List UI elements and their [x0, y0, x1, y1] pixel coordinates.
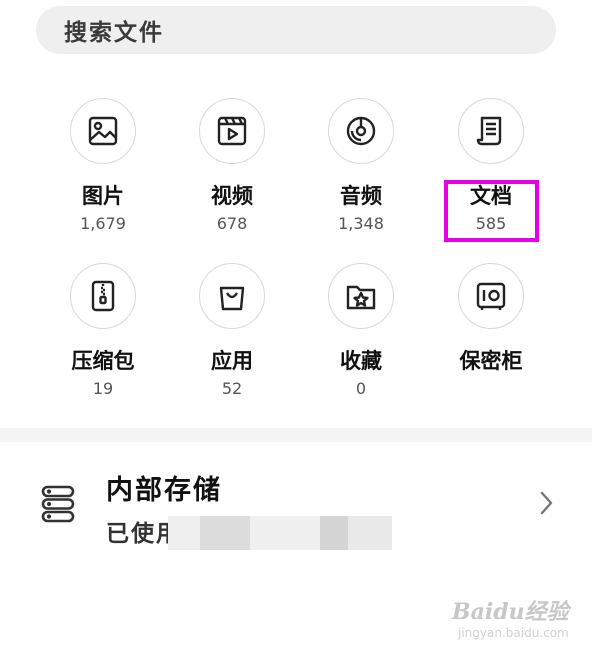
internal-storage-row[interactable]: 内部存储 已使用: [0, 442, 592, 572]
highlight-box: [444, 180, 539, 242]
category-favorites[interactable]: 收藏 0: [306, 263, 416, 398]
category-count: 19: [92, 379, 114, 398]
video-icon: [199, 98, 265, 164]
redacted-block: [168, 516, 200, 550]
category-safe[interactable]: 保密柜: [436, 263, 546, 379]
archive-icon: [70, 263, 136, 329]
search-bar[interactable]: 搜索文件: [36, 6, 556, 54]
category-count: 52: [221, 379, 243, 398]
category-videos[interactable]: 视频 678: [177, 98, 287, 233]
redacted-block: [348, 516, 392, 550]
storage-icon: [41, 485, 75, 523]
category-label: 压缩包: [71, 349, 135, 373]
audio-icon: [328, 98, 394, 164]
watermark-sub: jingyan.baidu.com: [458, 626, 569, 640]
redacted-block: [200, 516, 250, 550]
category-count: 1,348: [338, 214, 384, 233]
document-icon: [458, 98, 524, 164]
category-label: 视频: [211, 184, 253, 208]
category-audio[interactable]: 音频 1,348: [306, 98, 416, 233]
category-images[interactable]: 图片 1,679: [48, 98, 158, 233]
watermark-text: Baidu经验: [452, 599, 569, 625]
category-apps[interactable]: 应用 52: [177, 263, 287, 398]
category-label: 音频: [340, 184, 382, 208]
baidu-watermark: Baidu经验 jingyan.baidu.com: [452, 594, 584, 652]
category-label: 应用: [211, 349, 253, 373]
category-label: 收藏: [340, 349, 382, 373]
storage-title: 内部存储: [106, 475, 222, 506]
safe-icon: [458, 263, 524, 329]
category-archives[interactable]: 压缩包 19: [48, 263, 158, 398]
search-placeholder: 搜索文件: [64, 20, 164, 46]
category-label: 图片: [82, 184, 124, 208]
app-bag-icon: [199, 263, 265, 329]
category-count: 1,679: [80, 214, 126, 233]
category-count: 0: [355, 379, 367, 398]
section-divider: [0, 428, 592, 442]
category-label: 保密柜: [459, 349, 523, 373]
redacted-block: [320, 516, 348, 550]
redacted-block: [250, 516, 320, 550]
category-count: 678: [216, 214, 248, 233]
image-icon: [70, 98, 136, 164]
star-folder-icon: [328, 263, 394, 329]
chevron-right-icon: [540, 491, 553, 515]
